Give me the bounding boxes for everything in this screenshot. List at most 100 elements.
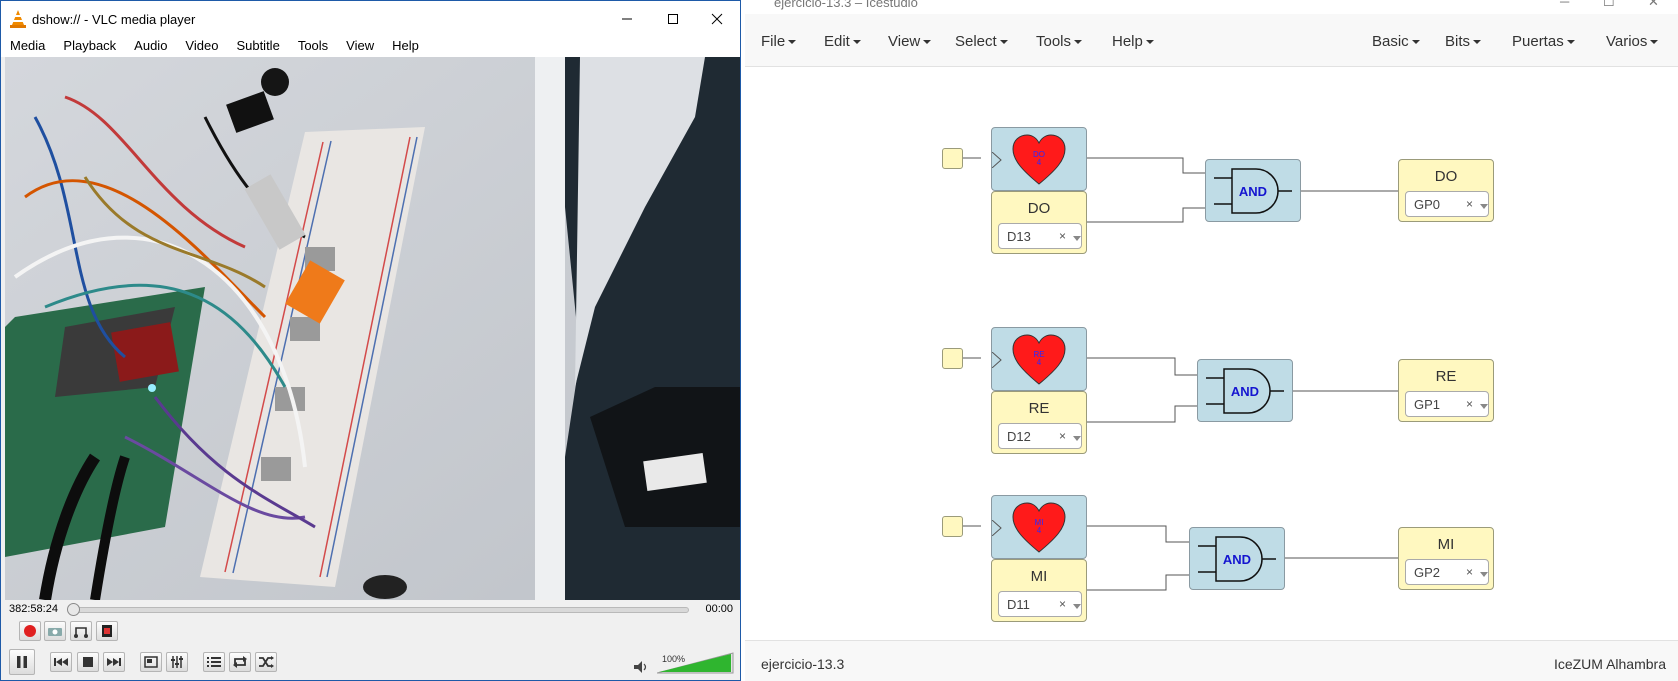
minimize-icon[interactable]: ─ [1560, 0, 1569, 9]
next-button[interactable] [103, 652, 125, 672]
clear-icon[interactable]: × [1466, 197, 1473, 211]
clear-icon[interactable]: × [1466, 397, 1473, 411]
previous-button[interactable] [50, 652, 72, 672]
output-pin-block[interactable]: MI GP2 × [1398, 527, 1494, 590]
maximize-icon[interactable]: ☐ [1603, 0, 1615, 10]
playlist-button[interactable] [203, 652, 225, 672]
input-pin-label: DO [1027, 200, 1051, 217]
dropdown-arrow-icon[interactable] [1480, 572, 1488, 577]
menu-view[interactable]: View [888, 33, 932, 50]
shuffle-button[interactable] [255, 652, 277, 672]
input-pin-block[interactable]: MI D11 × [991, 559, 1087, 622]
pin-select-value: GP2 [1414, 565, 1441, 580]
pin-select[interactable]: GP0 × [1405, 191, 1489, 217]
circuit-canvas[interactable]: DO 4 DO D13 × AND DO GP0 × RE 4 RE D12 ×… [745, 67, 1678, 639]
menu-video[interactable]: Video [176, 37, 227, 57]
menu-tools[interactable]: Tools [1036, 33, 1083, 50]
heart-note-block[interactable]: RE 4 [991, 327, 1087, 391]
and-gate-icon: AND [1198, 536, 1276, 582]
caret-icon [1074, 40, 1083, 45]
clock-input-port[interactable] [942, 516, 963, 537]
heart-note-number: 4 [1036, 358, 1042, 367]
output-pin-label: DO [1434, 168, 1458, 185]
pin-select[interactable]: D13 × [998, 223, 1082, 249]
dropdown-arrow-icon[interactable] [1073, 236, 1081, 241]
menu-playback[interactable]: Playback [54, 37, 125, 57]
menu-varios[interactable]: Varios [1606, 33, 1659, 50]
seek-handle[interactable] [67, 603, 80, 616]
and-gate-block[interactable]: AND [1205, 159, 1301, 222]
clear-icon[interactable]: × [1059, 429, 1066, 443]
clear-icon[interactable]: × [1059, 597, 1066, 611]
clock-triangle-icon [992, 520, 1002, 536]
menu-view[interactable]: View [337, 37, 383, 57]
extended-settings-button[interactable] [166, 652, 188, 672]
menu-help[interactable]: Help [1112, 33, 1154, 50]
menu-tools[interactable]: Tools [289, 37, 337, 57]
and-gate-block[interactable]: AND [1189, 527, 1285, 590]
and-gate-block[interactable]: AND [1197, 359, 1293, 422]
dropdown-arrow-icon[interactable] [1073, 604, 1081, 609]
speaker-icon[interactable] [634, 661, 648, 673]
input-pin-label: MI [1030, 568, 1048, 585]
menu-subtitle[interactable]: Subtitle [227, 37, 288, 57]
dropdown-arrow-icon[interactable] [1073, 436, 1081, 441]
and-gate-icon: AND [1206, 368, 1284, 414]
icestudio-titlebar[interactable]: ejercicio-13.3 – Icestudio ─ ☐ ✕ [745, 0, 1678, 14]
close-icon[interactable]: ✕ [1648, 0, 1659, 10]
maximize-button[interactable] [650, 1, 696, 37]
pause-button[interactable] [9, 649, 35, 675]
clock-input-port[interactable] [942, 348, 963, 369]
menu-puertas[interactable]: Puertas [1512, 33, 1575, 50]
gate-label: AND [1231, 384, 1259, 399]
fullscreen-button[interactable] [140, 652, 162, 672]
video-frame[interactable] [5, 57, 740, 600]
pin-select-value: D13 [1007, 229, 1031, 244]
pin-select[interactable]: D11 × [998, 591, 1082, 617]
caret-icon [1473, 40, 1482, 45]
menu-select[interactable]: Select [955, 33, 1008, 50]
dropdown-arrow-icon[interactable] [1480, 404, 1488, 409]
input-pin-block[interactable]: DO D13 × [991, 191, 1087, 254]
heart-note-block[interactable]: MI 4 [991, 495, 1087, 559]
clock-input-port[interactable] [942, 148, 963, 169]
loop-button[interactable] [229, 652, 251, 672]
clear-icon[interactable]: × [1059, 229, 1066, 243]
output-pin-label: RE [1435, 368, 1457, 385]
record-button[interactable] [19, 621, 41, 641]
output-pin-block[interactable]: DO GP0 × [1398, 159, 1494, 222]
vlc-titlebar[interactable]: dshow:// - VLC media player [1, 1, 740, 37]
minimize-button[interactable] [604, 1, 650, 37]
pin-select[interactable]: GP2 × [1405, 559, 1489, 585]
dropdown-arrow-icon[interactable] [1480, 204, 1488, 209]
equalizer-icon [171, 656, 183, 668]
menu-basic[interactable]: Basic [1372, 33, 1420, 50]
seek-bar[interactable] [69, 607, 689, 613]
heart-note-number: 4 [1036, 158, 1042, 167]
clear-icon[interactable]: × [1466, 565, 1473, 579]
loop-icon [233, 656, 247, 668]
volume-slider[interactable] [657, 651, 735, 675]
menu-media[interactable]: Media [1, 37, 54, 57]
pin-select[interactable]: GP1 × [1405, 391, 1489, 417]
stop-button[interactable] [77, 652, 99, 672]
board-name[interactable]: IceZUM Alhambra [1554, 656, 1666, 672]
menu-bits[interactable]: Bits [1445, 33, 1482, 50]
input-pin-block[interactable]: RE D12 × [991, 391, 1087, 454]
vlc-window-title: dshow:// - VLC media player [32, 12, 196, 27]
close-button[interactable] [694, 1, 740, 37]
heart-note-block[interactable]: DO 4 [991, 127, 1087, 191]
frame-by-frame-button[interactable] [96, 621, 118, 641]
icestudio-menubar: File Edit View Select Tools Help Basic B… [745, 14, 1678, 67]
pin-select[interactable]: D12 × [998, 423, 1082, 449]
output-pin-block[interactable]: RE GP1 × [1398, 359, 1494, 422]
menu-file[interactable]: File [761, 33, 797, 50]
input-pin-label: RE [1028, 400, 1050, 417]
snapshot-button[interactable] [44, 621, 66, 641]
menu-help[interactable]: Help [383, 37, 428, 57]
loop-ab-button[interactable] [70, 621, 92, 641]
minimize-icon [622, 18, 632, 20]
wire [1085, 207, 1205, 223]
menu-edit[interactable]: Edit [824, 33, 861, 50]
menu-audio[interactable]: Audio [125, 37, 176, 57]
